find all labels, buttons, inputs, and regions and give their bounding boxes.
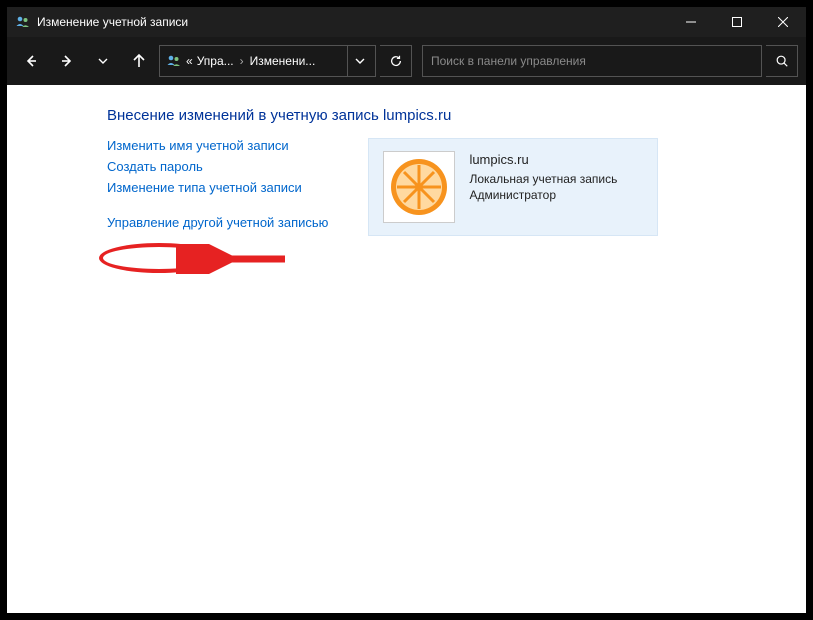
chevron-right-icon: › — [238, 54, 246, 68]
change-type-link[interactable]: Изменение типа учетной записи — [107, 180, 328, 195]
breadcrumb-prefix: « — [186, 54, 193, 68]
maximize-button[interactable] — [714, 7, 760, 37]
annotation-arrow-icon — [145, 244, 295, 274]
manage-other-link[interactable]: Управление другой учетной записью — [107, 215, 328, 230]
avatar — [383, 151, 455, 223]
window-title: Изменение учетной записи — [37, 15, 188, 29]
search-input[interactable] — [431, 54, 753, 68]
refresh-button[interactable] — [380, 45, 412, 77]
search-button[interactable] — [766, 45, 798, 77]
change-name-link[interactable]: Изменить имя учетной записи — [107, 138, 328, 153]
page-title: Внесение изменений в учетную запись lump… — [107, 107, 786, 124]
breadcrumb[interactable]: « Упра... › Изменени... — [159, 45, 376, 77]
account-card[interactable]: lumpics.ru Локальная учетная запись Адми… — [368, 138, 658, 236]
annotation-ellipse — [99, 243, 219, 273]
account-name: lumpics.ru — [469, 151, 617, 169]
account-type: Локальная учетная запись — [469, 171, 617, 187]
user-accounts-icon — [166, 53, 182, 69]
account-role: Администратор — [469, 187, 617, 203]
create-password-link[interactable]: Создать пароль — [107, 159, 328, 174]
user-accounts-icon — [15, 14, 31, 30]
actions-list: Изменить имя учетной записи Создать паро… — [107, 138, 328, 236]
close-button[interactable] — [760, 7, 806, 37]
window-frame: Изменение учетной записи — [0, 0, 813, 620]
forward-button[interactable] — [51, 45, 83, 77]
breadcrumb-item-1[interactable]: Упра... — [197, 54, 234, 68]
account-info: lumpics.ru Локальная учетная запись Адми… — [469, 151, 617, 203]
recent-dropdown[interactable] — [87, 45, 119, 77]
minimize-button[interactable] — [668, 7, 714, 37]
breadcrumb-item-2[interactable]: Изменени... — [250, 54, 316, 68]
searchbox[interactable] — [422, 45, 762, 77]
content-area: Внесение изменений в учетную запись lump… — [7, 85, 806, 613]
back-button[interactable] — [15, 45, 47, 77]
breadcrumb-dropdown[interactable] — [347, 45, 371, 77]
navbar: « Упра... › Изменени... — [7, 37, 806, 85]
up-button[interactable] — [123, 45, 155, 77]
titlebar: Изменение учетной записи — [7, 7, 806, 37]
